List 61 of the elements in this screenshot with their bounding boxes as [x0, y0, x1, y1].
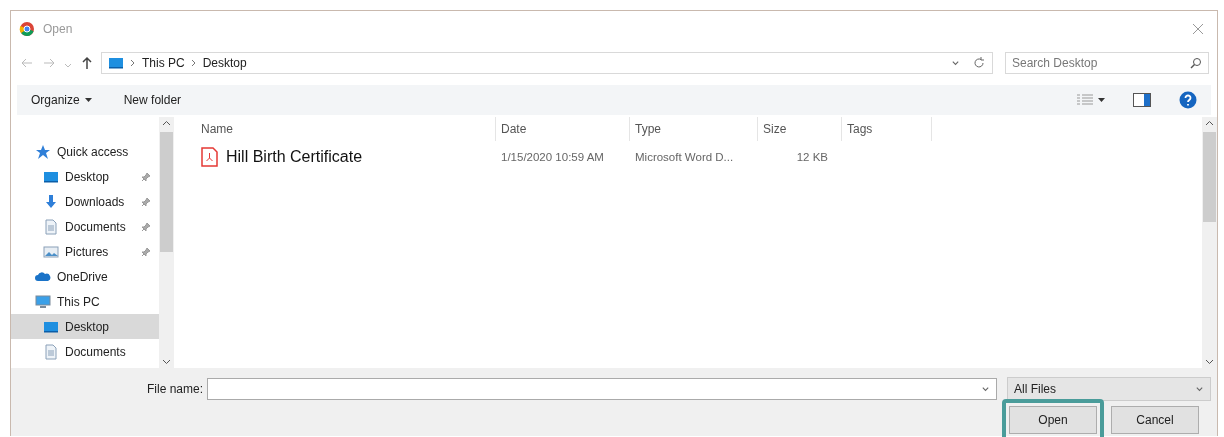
column-header[interactable]: Type — [630, 117, 758, 141]
pictures-icon — [43, 243, 59, 260]
dropdown-caret-icon — [981, 384, 990, 394]
chevron-icon — [190, 59, 197, 67]
caret-icon — [63, 62, 73, 68]
type-cell-text: Microsoft Word D... — [634, 151, 735, 163]
sidebar-scrollbar[interactable] — [159, 117, 174, 368]
sidebar-item[interactable]: Downloads — [11, 189, 159, 214]
column-header[interactable]: Tags — [842, 117, 932, 141]
column-header[interactable]: Date — [496, 117, 630, 141]
scroll-down-icon — [1205, 357, 1214, 366]
date-cell-text: 1/15/2020 10:59 AM — [500, 151, 605, 163]
breadcrumb-item[interactable]: Desktop — [202, 56, 247, 70]
refresh-icon — [972, 56, 986, 70]
file-name-field[interactable] — [207, 378, 997, 400]
column-header[interactable]: Name — [196, 117, 496, 141]
file-name-label: File name: — [145, 382, 204, 396]
list-view-icon — [1077, 94, 1093, 106]
dropdown-caret-icon — [950, 59, 960, 68]
download-arrow-icon — [43, 193, 59, 210]
column-header[interactable]: Size — [758, 117, 842, 141]
document-icon — [43, 218, 59, 235]
new-folder-button[interactable]: New folder — [119, 91, 186, 109]
chevron-icon — [130, 59, 136, 67]
sidebar-item[interactable]: Desktop — [11, 314, 159, 339]
sidebar-item[interactable]: Documents — [11, 214, 159, 239]
scroll-down-icon — [162, 357, 171, 366]
sidebar-item[interactable]: Quick access — [11, 139, 159, 164]
caret-icon — [1098, 97, 1105, 103]
dialog-button[interactable]: Open — [1009, 406, 1097, 434]
dialog-button[interactable]: Cancel — [1111, 406, 1199, 434]
document-icon — [43, 343, 59, 360]
sidebar-item[interactable]: Pictures — [11, 239, 159, 264]
size-cell-text: 12 KB — [795, 151, 829, 163]
close-button[interactable] — [1191, 22, 1205, 36]
dropdown-caret-icon — [1195, 384, 1204, 394]
window-title: Open — [43, 22, 74, 36]
file-item[interactable]: Hill Birth Certificate — [196, 147, 496, 167]
preview-pane-icon — [1133, 93, 1151, 107]
sidebar-item[interactable]: Documents — [11, 339, 159, 364]
star-icon — [35, 143, 51, 160]
scroll-up-icon — [162, 119, 171, 128]
sidebar-item[interactable]: Desktop — [11, 164, 159, 189]
help-icon — [1179, 91, 1197, 109]
pdf-file-icon — [201, 147, 218, 167]
address-bar[interactable]: This PC Desktop — [101, 52, 993, 74]
caret-icon — [84, 97, 92, 103]
sidebar-item[interactable]: This PC — [11, 289, 159, 314]
breadcrumb-item[interactable]: This PC — [142, 56, 185, 70]
scroll-up-icon — [1205, 119, 1214, 128]
search-icon — [1190, 57, 1202, 69]
file-list-scrollbar[interactable] — [1202, 117, 1217, 368]
close-icon — [1191, 22, 1205, 36]
search-field[interactable]: Search Desktop — [1005, 52, 1209, 74]
computer-icon — [35, 293, 51, 310]
desktop-icon — [108, 55, 124, 71]
file-type-dropdown[interactable]: All Files — [1007, 377, 1211, 401]
organize-button[interactable]: Organize — [27, 91, 96, 109]
app-logo-icon — [19, 21, 35, 37]
sidebar-item[interactable]: OneDrive — [11, 264, 159, 289]
refresh-button[interactable] — [972, 56, 986, 70]
